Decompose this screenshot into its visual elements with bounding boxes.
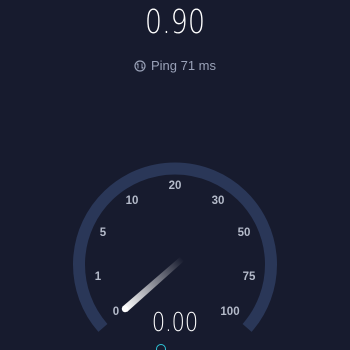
gauge-tick-label: 75 bbox=[243, 271, 256, 283]
gauge-current-value: 0.00 bbox=[151, 308, 199, 338]
gauge-tick-label: 1 bbox=[95, 271, 102, 283]
gauge-tick-label: 5 bbox=[100, 227, 107, 239]
gauge-tick-label: 10 bbox=[126, 195, 139, 207]
gauge-tick-label: 20 bbox=[169, 180, 182, 192]
speed-test-screen: 0.90 Ping 71 ms 0 1 5 10 20 30 50 75 100… bbox=[0, 0, 350, 350]
gauge-tick-label: 30 bbox=[212, 195, 225, 207]
gauge-track bbox=[73, 162, 277, 332]
gauge-needle bbox=[122, 257, 184, 312]
gauge-tick-label: 50 bbox=[238, 227, 251, 239]
speed-gauge: 0 1 5 10 20 30 50 75 100 bbox=[73, 162, 277, 332]
upload-icon bbox=[156, 344, 166, 350]
